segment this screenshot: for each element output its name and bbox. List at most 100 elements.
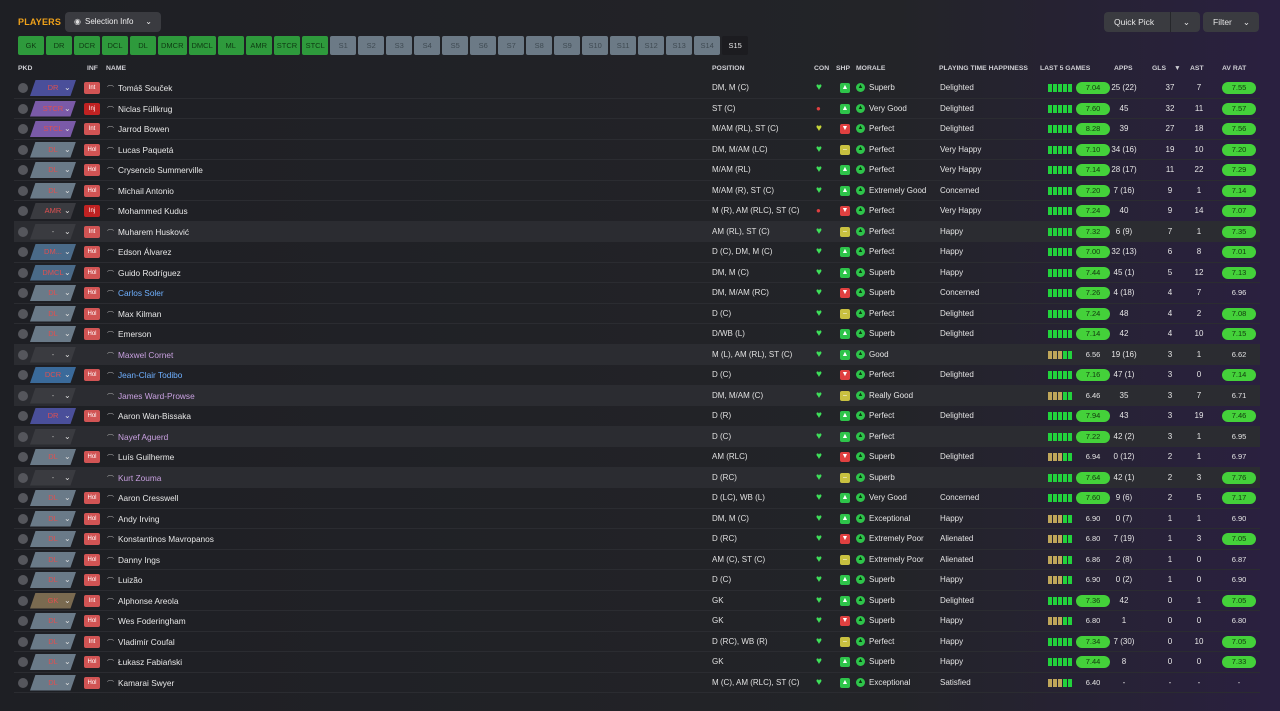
pick-checkbox[interactable] [18, 534, 28, 544]
selection-info-button[interactable]: ◉ Selection Info ⌄ [65, 12, 161, 32]
info-badge[interactable]: Int [84, 635, 100, 648]
chevron-down-icon[interactable]: ⌄ [64, 611, 71, 631]
position-filter-dcr[interactable]: DCR [74, 36, 100, 55]
player-name[interactable]: ⌒ Niclas Füllkrug [107, 99, 172, 121]
pick-checkbox[interactable] [18, 185, 28, 196]
position-filter-s9[interactable]: S9 [554, 36, 581, 55]
player-name[interactable]: ⌒ Guido Rodríguez [107, 263, 181, 285]
player-name[interactable]: ⌒ Edson Álvarez [107, 242, 172, 264]
pick-checkbox[interactable] [18, 595, 28, 606]
position-filter-dmcl[interactable]: DMCL [188, 36, 216, 55]
info-badge[interactable]: Hol [84, 615, 100, 627]
chevron-down-icon[interactable]: ⌄ [64, 181, 71, 201]
info-badge[interactable]: Hol [84, 266, 100, 279]
table-row[interactable]: DL ⌄ Hol ⌒ Crysencio Summerville M/AM (RL… [14, 160, 1260, 181]
info-badge[interactable]: Hol [84, 553, 100, 566]
pick-checkbox[interactable] [18, 206, 28, 216]
col-apps[interactable]: APPS [1114, 65, 1133, 72]
chevron-down-icon[interactable]: ⌄ [64, 591, 71, 611]
col-position[interactable]: POSITION [712, 65, 744, 72]
chevron-down-icon[interactable]: ⌄ [64, 78, 71, 98]
chevron-down-icon[interactable]: ⌄ [64, 201, 71, 221]
info-badge[interactable]: Hol [84, 533, 100, 545]
chevron-down-icon[interactable]: ⌄ [64, 283, 71, 303]
chevron-down-icon[interactable]: ⌄ [64, 386, 71, 406]
position-filter-s4[interactable]: S4 [414, 36, 441, 55]
info-badge[interactable]: Hol [84, 369, 100, 381]
chevron-down-icon[interactable]: ⌄ [64, 673, 71, 693]
player-name[interactable]: ⌒ Kurt Zouma [107, 468, 161, 490]
table-row[interactable]: DL ⌄ Hol ⌒ Michail Antonio M/AM (R), ST (… [14, 181, 1260, 203]
player-name[interactable]: ⌒ Crysencio Summerville [107, 160, 203, 182]
player-name[interactable]: ⌒ Tomáš Souček [107, 78, 172, 100]
chevron-down-icon[interactable]: ⌄ [64, 345, 71, 365]
player-name[interactable]: ⌒ Michail Antonio [107, 181, 174, 203]
col-con[interactable]: CON [814, 65, 829, 72]
col-pkd[interactable]: PKD [18, 65, 32, 72]
chevron-down-icon[interactable]: ⌄ [64, 447, 71, 467]
pick-checkbox[interactable] [18, 677, 28, 688]
table-row[interactable]: DR ⌄ Int ⌒ Tomáš Souček DM, M (C) ♥ ▲ ▲ Su… [14, 78, 1260, 99]
chevron-down-icon[interactable]: ⌄ [64, 99, 71, 119]
player-name[interactable]: ⌒ Danny Ings [107, 550, 160, 572]
pick-checkbox[interactable] [18, 636, 28, 647]
info-badge[interactable]: Hol [84, 287, 100, 299]
position-filter-dcl[interactable]: DCL [102, 36, 128, 55]
chevron-down-icon[interactable]: ⌄ [64, 550, 71, 570]
table-row[interactable]: GK ⌄ Int ⌒ Alphonse Areola GK ♥ ▲ ▲ Superb… [14, 591, 1260, 611]
pick-checkbox[interactable] [18, 165, 28, 175]
chevron-down-icon[interactable]: ⌄ [64, 427, 71, 447]
table-row[interactable]: DM... ⌄ Hol ⌒ Edson Álvarez D (C), DM, M … [14, 242, 1260, 263]
position-filter-s6[interactable]: S6 [470, 36, 497, 55]
pick-checkbox[interactable] [18, 431, 28, 442]
player-name[interactable]: ⌒ Carlos Soler [107, 283, 164, 305]
table-row[interactable]: DL ⌄ Hol ⌒ Wes Foderingham GK ♥ ▼ ▲ Superb… [14, 611, 1260, 632]
player-name[interactable]: ⌒ Mohammed Kudus [107, 201, 188, 223]
position-filter-amr[interactable]: AMR [245, 36, 272, 55]
chevron-down-icon[interactable]: ⌄ [64, 570, 71, 590]
info-badge[interactable]: Hol [84, 451, 100, 463]
info-badge[interactable]: Hol [84, 492, 100, 504]
table-row[interactable]: DL ⌄ Hol ⌒ Carlos Soler DM, M/AM (RC) ♥ ▼… [14, 283, 1260, 304]
table-row[interactable]: AMR ⌄ Inj ⌒ Mohammed Kudus M (R), AM (RLC… [14, 201, 1260, 222]
table-row[interactable]: DR ⌄ Hol ⌒ Aaron Wan-Bissaka D (R) ♥ ▲ ▲ P… [14, 406, 1260, 427]
col-last5[interactable]: LAST 5 GAMES [1040, 65, 1090, 72]
table-row[interactable]: - ⌄ Int ⌒ Muharem Husković AM (RL), ST (C… [14, 221, 1260, 242]
info-badge[interactable]: Inj [84, 102, 100, 115]
col-morale[interactable]: MORALE [856, 65, 885, 72]
info-badge[interactable]: Inj [84, 205, 100, 217]
player-name[interactable]: ⌒ Emerson [107, 324, 151, 346]
col-shp[interactable]: SHP [836, 65, 850, 72]
table-row[interactable]: DMCL ⌄ Hol ⌒ Guido Rodríguez DM, M (C) ♥ … [14, 263, 1260, 285]
chevron-down-icon[interactable]: ⌄ [64, 242, 71, 262]
pick-checkbox[interactable] [18, 247, 28, 257]
position-filter-s15[interactable]: S15 [722, 36, 749, 55]
info-badge[interactable]: Hol [84, 676, 100, 689]
pick-checkbox[interactable] [18, 83, 28, 93]
chevron-down-icon[interactable]: ⌄ [64, 468, 71, 488]
position-filter-dmcr[interactable]: DMCR [158, 36, 187, 55]
pick-checkbox[interactable] [18, 124, 28, 134]
table-row[interactable]: STCL ⌄ Int ⌒ Jarrod Bowen M/AM (RL), ST (… [14, 119, 1260, 140]
player-name[interactable]: ⌒ Kamarai Swyer [107, 673, 174, 695]
chevron-down-icon[interactable]: ⌄ [64, 365, 71, 385]
position-filter-s1[interactable]: S1 [330, 36, 357, 55]
pick-checkbox[interactable] [18, 472, 28, 483]
position-filter-ml[interactable]: ML [217, 36, 244, 55]
pick-checkbox[interactable] [18, 226, 28, 237]
table-row[interactable]: DL ⌄ Hol ⌒ Emerson D/WB (L) ♥ ▲ ▲ Superb D… [14, 324, 1260, 345]
player-name[interactable]: ⌒ Lucas Paquetá [107, 140, 173, 162]
player-name[interactable]: ⌒ Andy Irving [107, 509, 160, 531]
table-row[interactable]: - ⌄ ⌒ James Ward-Prowse DM, M/AM (C) ♥ – … [14, 385, 1260, 406]
info-badge[interactable]: Int [84, 82, 100, 94]
table-row[interactable]: DL ⌄ Hol ⌒ Lucas Paquetá DM, M/AM (LC) ♥ … [14, 140, 1260, 162]
player-name[interactable]: ⌒ Luís Guilherme [107, 447, 174, 469]
position-filter-s13[interactable]: S13 [666, 36, 693, 55]
pick-checkbox[interactable] [18, 288, 28, 298]
chevron-down-icon[interactable]: ⌄ [64, 488, 71, 508]
chevron-down-icon[interactable]: ⌄ [64, 529, 71, 549]
table-row[interactable]: DL ⌄ Int ⌒ Vladimír Coufal D (RC), WB (R)… [14, 632, 1260, 652]
table-row[interactable]: STCR ⌄ Inj ⌒ Niclas Füllkrug ST (C) ● ▲ ▲… [14, 99, 1260, 121]
position-filter-stcl[interactable]: STCL [302, 36, 329, 55]
position-filter-s7[interactable]: S7 [498, 36, 525, 55]
